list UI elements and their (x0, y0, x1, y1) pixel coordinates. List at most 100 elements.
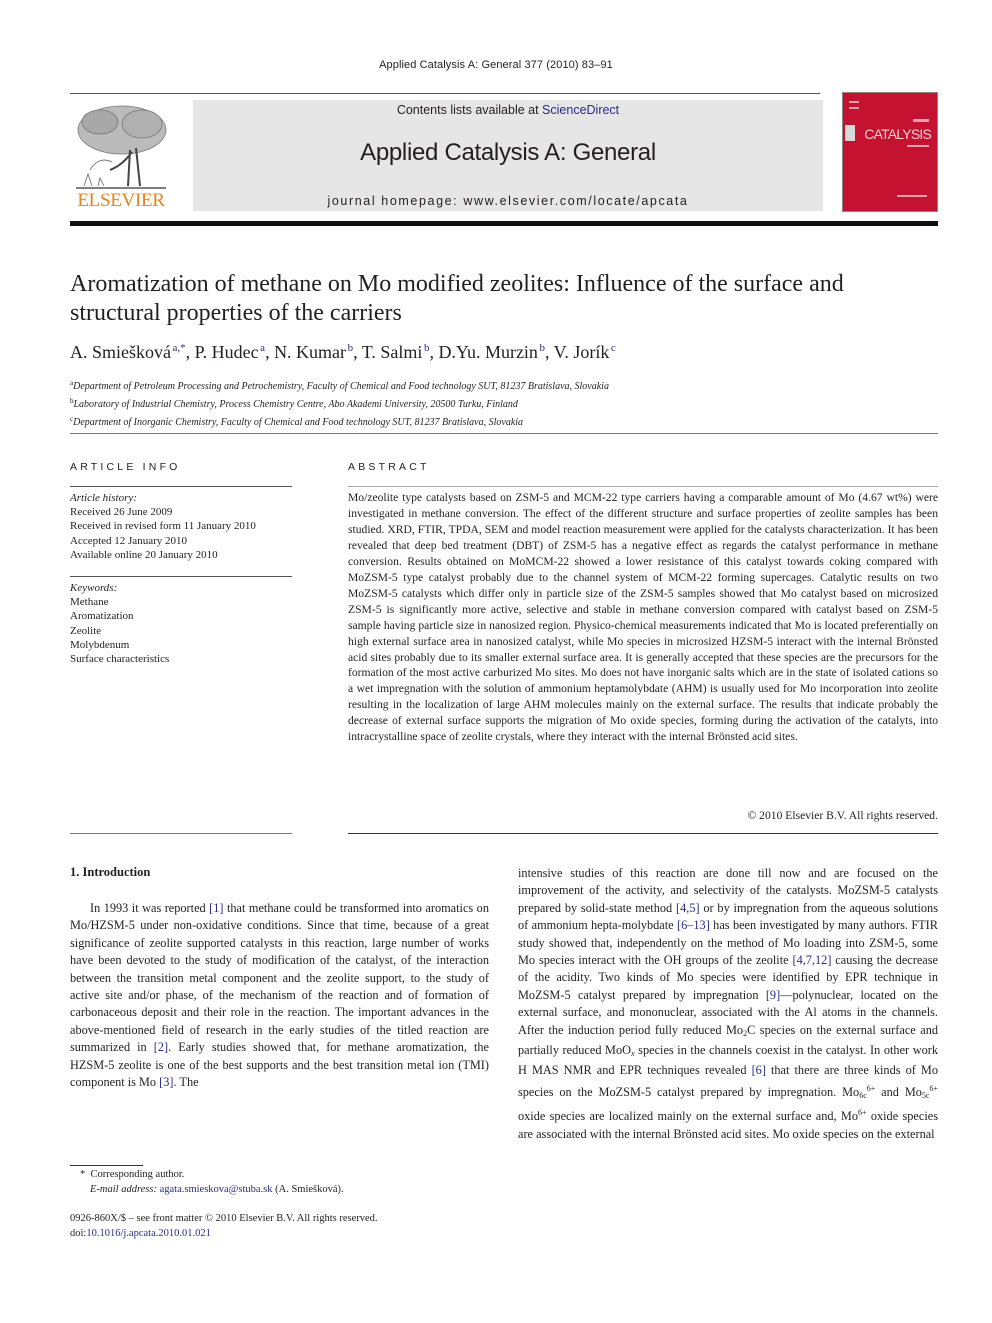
corresponding-author-note: * Corresponding author. (70, 1168, 490, 1183)
cover-decoration (907, 145, 929, 147)
citation-link[interactable]: [3] (159, 1075, 173, 1089)
author-name: T. Salmi (361, 342, 423, 362)
journal-cover-image[interactable]: CATALYSIS (842, 92, 938, 212)
author-affiliation-mark[interactable]: b (424, 342, 430, 354)
sciencedirect-link[interactable]: ScienceDirect (542, 103, 619, 117)
citation-link[interactable]: [6–13] (677, 918, 710, 932)
body-column-left: In 1993 it was reported [1] that methane… (70, 900, 489, 1091)
author[interactable]: A. Smiešková a,* (70, 342, 186, 362)
cover-decoration (849, 101, 859, 109)
doi-prefix: doi: (70, 1227, 87, 1239)
history-heading: Article history: (70, 492, 137, 504)
superscript: 6+ (929, 1083, 938, 1093)
history-item: Available online 20 January 2010 (70, 548, 218, 561)
footnote-mark: * (80, 1169, 86, 1180)
author[interactable]: D.Yu. Murzin b (438, 342, 545, 362)
affiliation-text: Department of Inorganic Chemistry, Facul… (73, 417, 524, 428)
author-affiliation-mark[interactable]: a,* (173, 342, 186, 354)
article-info-label: ARTICLE INFO (70, 461, 181, 473)
author-name: V. Jorík (553, 342, 610, 362)
history-item: Accepted 12 January 2010 (70, 534, 187, 547)
section-rule (70, 433, 938, 434)
citation-link[interactable]: [6] (752, 1063, 766, 1077)
author[interactable]: P. Hudec a (195, 342, 265, 362)
superscript: 6+ (857, 1108, 867, 1118)
email-link[interactable]: agata.smieskova@stuba.sk (160, 1184, 273, 1195)
footnote: * Corresponding author. E-mail address: … (70, 1168, 490, 1197)
history-item: Received in revised form 11 January 2010 (70, 520, 256, 533)
info-rule (70, 576, 292, 577)
email-label: E-mail address: (90, 1183, 157, 1195)
affiliation-text: Laboratory of Industrial Chemistry, Proc… (73, 399, 518, 410)
issn-line: 0926-860X/$ – see front matter © 2010 El… (70, 1213, 378, 1224)
author-list: A. Smiešková a,*, P. Hudec a, N. Kumar b… (70, 342, 616, 362)
abstract-copyright: © 2010 Elsevier B.V. All rights reserved… (747, 809, 938, 822)
email-note: E-mail address: agata.smieskova@stuba.sk… (70, 1183, 490, 1198)
affiliation: aDepartment of Petroleum Processing and … (70, 376, 930, 394)
tree-icon (76, 105, 167, 189)
text-run: In 1993 it was reported (90, 901, 210, 915)
keyword: Molybdenum (70, 638, 130, 651)
section-heading-introduction: 1. Introduction (70, 865, 151, 879)
info-rule (70, 486, 292, 487)
paragraph: In 1993 it was reported [1] that methane… (70, 900, 489, 1091)
keywords-heading: Keywords: (70, 582, 118, 594)
doi-line: doi:10.1016/j.apcata.2010.01.021 (70, 1227, 510, 1242)
doi-link[interactable]: 10.1016/j.apcata.2010.01.021 (86, 1228, 211, 1239)
cover-decoration (913, 119, 929, 122)
author-affiliation-mark[interactable]: a (260, 342, 265, 354)
author-affiliation-mark[interactable]: b (348, 342, 354, 354)
text-run: that methane could be transformed into a… (70, 901, 489, 1055)
citation-link[interactable]: [4,5] (676, 901, 700, 915)
info-rule (70, 833, 292, 834)
text-run: . The (173, 1075, 199, 1090)
citation-link[interactable]: [2] (154, 1040, 168, 1054)
footnote-text: Corresponding author. (90, 1169, 185, 1180)
keywords: Keywords: Methane Aromatization Zeolite … (70, 581, 292, 666)
masthead-thick-rule (70, 221, 938, 226)
author-affiliation-mark[interactable]: c (611, 342, 616, 354)
abstract-rule (348, 486, 938, 487)
journal-masthead: Contents lists available at ScienceDirec… (193, 100, 823, 211)
author[interactable]: T. Salmi b (362, 342, 430, 362)
author-name: D.Yu. Murzin (438, 342, 538, 362)
journal-reference: Applied Catalysis A: General 377 (2010) … (379, 59, 613, 71)
email-suffix: (A. Smiešková). (272, 1183, 344, 1195)
author[interactable]: V. Jorík c (554, 342, 616, 362)
abstract-text: Mo/zeolite type catalysts based on ZSM-5… (348, 491, 938, 744)
author[interactable]: N. Kumar b (274, 342, 353, 362)
elsevier-wordmark: ELSEVIER (77, 190, 165, 211)
contents-line: Contents lists available at ScienceDirec… (193, 103, 823, 117)
affiliation-list: aDepartment of Petroleum Processing and … (70, 376, 930, 430)
affiliation: cDepartment of Inorganic Chemistry, Facu… (70, 412, 930, 430)
journal-name: Applied Catalysis A: General (360, 139, 656, 166)
paragraph: intensive studies of this reaction are d… (518, 865, 938, 1143)
author-name: P. Hudec (194, 342, 259, 362)
cover-decoration (897, 195, 927, 201)
header-rule (70, 93, 820, 94)
cover-title: CATALYSIS (864, 126, 932, 142)
author-affiliation-mark[interactable]: b (539, 342, 545, 354)
article-history: Article history: Received 26 June 2009 R… (70, 491, 292, 562)
elsevier-logo[interactable]: ELSEVIER (70, 100, 172, 212)
citation-link[interactable]: [9] (766, 988, 780, 1002)
abstract-rule (348, 833, 938, 834)
author-name: N. Kumar (274, 342, 347, 362)
affiliation-text: Department of Petroleum Processing and P… (73, 381, 609, 392)
citation-link[interactable]: [1] (209, 901, 223, 915)
citation-link[interactable]: [4,7,12] (792, 953, 831, 967)
contents-prefix: Contents lists available at (396, 103, 543, 117)
article-title: Aromatization of methane on Mo modified … (70, 271, 844, 326)
body-column-right: intensive studies of this reaction are d… (518, 865, 938, 1143)
superscript: 6+ (866, 1083, 876, 1093)
history-item: Received 26 June 2009 (70, 506, 173, 519)
abstract-label: ABSTRACT (348, 461, 430, 473)
subscript: 6c (859, 1090, 867, 1100)
text-run: and Mo (875, 1084, 922, 1099)
front-matter: 0926-860X/$ – see front matter © 2010 El… (70, 1212, 510, 1241)
keyword: Zeolite (70, 624, 102, 637)
journal-homepage-link[interactable]: journal homepage: www.elsevier.com/locat… (193, 194, 823, 208)
author-name: A. Smiešková (70, 342, 171, 362)
affiliation: bLaboratory of Industrial Chemistry, Pro… (70, 394, 930, 412)
keyword: Surface characteristics (70, 653, 170, 666)
